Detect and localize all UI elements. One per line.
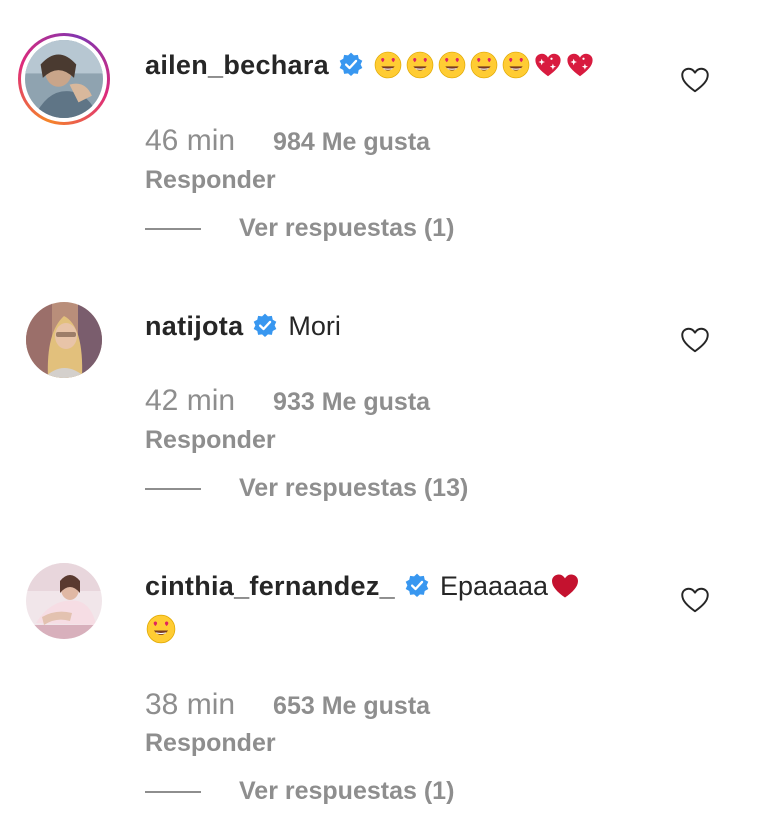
likes-count[interactable]: 984 Me gusta — [273, 128, 430, 157]
verified-badge-icon — [338, 52, 364, 78]
avatar-image — [25, 40, 103, 118]
view-replies-button[interactable]: Ver respuestas (1) — [145, 777, 454, 806]
view-replies-label: Ver respuestas (13) — [239, 474, 469, 502]
comment-line: ailen_bechara — [145, 47, 594, 83]
username[interactable]: natijota — [145, 308, 243, 344]
username[interactable]: ailen_bechara — [145, 47, 329, 83]
smiling-face-with-heart-eyes-icon — [146, 614, 176, 644]
comment-text: Epaaaaa — [439, 571, 549, 601]
reply-button[interactable]: Responder — [145, 426, 276, 455]
divider — [145, 487, 201, 490]
likes-count[interactable]: 653 Me gusta — [273, 692, 430, 721]
view-replies-label: Ver respuestas (1) — [239, 214, 455, 242]
red-heart-icon — [550, 573, 580, 599]
reply-button[interactable]: Responder — [145, 166, 276, 195]
avatar[interactable] — [26, 302, 102, 378]
username[interactable]: cinthia_fernandez_ — [145, 568, 395, 604]
divider — [145, 790, 201, 793]
avatar[interactable] — [26, 563, 102, 639]
likes-count[interactable]: 933 Me gusta — [273, 388, 430, 417]
comment-text: Mori — [288, 311, 341, 341]
sparkling-heart-icon — [534, 51, 562, 79]
reply-button[interactable]: Responder — [145, 729, 276, 758]
smiling-face-with-heart-eyes-icon — [470, 51, 498, 79]
comment-emojis — [374, 51, 594, 79]
comment-time[interactable]: 38 min — [145, 688, 235, 722]
avatar-image — [26, 302, 102, 378]
comment-line: natijota Mori — [145, 308, 341, 344]
avatar-image — [26, 563, 102, 639]
smiling-face-with-heart-eyes-icon — [374, 51, 402, 79]
view-replies-label: Ver respuestas (1) — [239, 777, 455, 805]
comment-meta: 46 min 984 Me gusta — [145, 124, 430, 158]
smiling-face-with-heart-eyes-icon — [438, 51, 466, 79]
comment-meta: 38 min 653 Me gusta — [145, 688, 430, 722]
smiling-face-with-heart-eyes-icon — [406, 51, 434, 79]
like-heart-icon[interactable] — [680, 326, 710, 354]
sparkling-heart-icon — [566, 51, 594, 79]
verified-badge-icon — [252, 313, 278, 339]
view-replies-button[interactable]: Ver respuestas (13) — [145, 474, 468, 503]
comment-time[interactable]: 42 min — [145, 384, 235, 418]
comment-time[interactable]: 46 min — [145, 124, 235, 158]
divider — [145, 227, 201, 230]
like-heart-icon[interactable] — [680, 586, 710, 614]
smiling-face-with-heart-eyes-icon — [502, 51, 530, 79]
comment-meta: 42 min 933 Me gusta — [145, 384, 430, 418]
avatar[interactable] — [18, 33, 110, 125]
like-heart-icon[interactable] — [680, 66, 710, 94]
comment-line: cinthia_fernandez_ Epaaaaa — [145, 568, 580, 604]
verified-badge-icon — [404, 573, 430, 599]
view-replies-button[interactable]: Ver respuestas (1) — [145, 214, 454, 243]
